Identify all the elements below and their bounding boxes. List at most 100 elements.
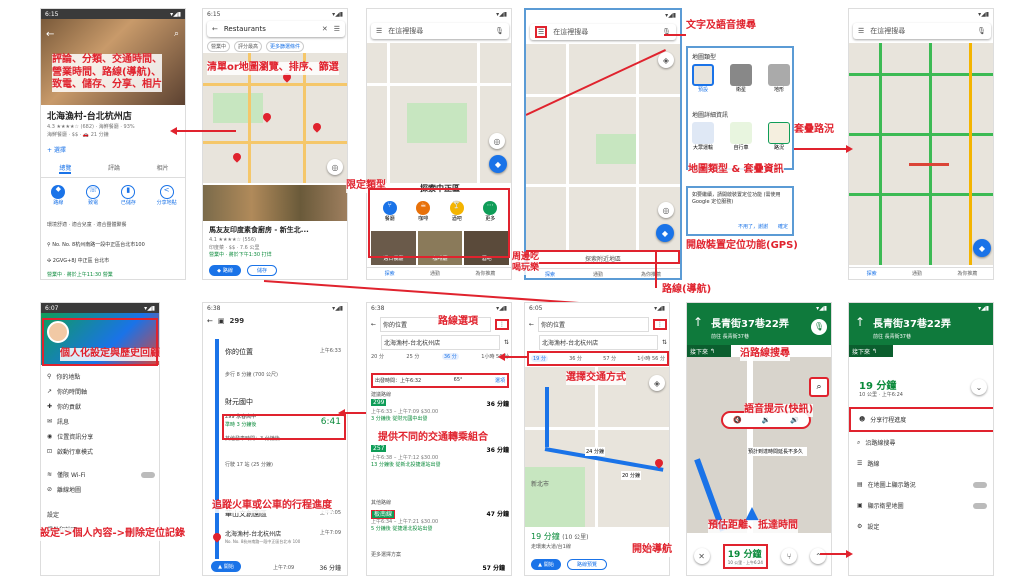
my-location-icon[interactable]: ◎ (489, 133, 505, 149)
share-button[interactable]: < 分享地點 (157, 185, 177, 206)
detail-transit[interactable]: 大眾運輸 (692, 122, 714, 151)
tab-overview[interactable]: 總覽 (59, 163, 72, 174)
microphone-icon[interactable]: 🎙 (811, 319, 827, 335)
route-card[interactable]: 257 36 分鐘 上午6:38 – 上午7:12 $30.00 13 分鐘後 從… (371, 445, 509, 468)
detail-traffic[interactable]: 路況 (768, 122, 790, 151)
menu-satellite[interactable]: ▣ 顯示衛星地圖 (849, 495, 993, 516)
map-type-default[interactable]: 預設 (692, 64, 714, 93)
search-bar[interactable]: ← Restaurants ✕ ☰ (207, 21, 345, 37)
detail-bike[interactable]: 自行車 (730, 122, 752, 151)
tab-for-you[interactable]: 為你推薦 (641, 271, 661, 278)
menu-show-traffic[interactable]: ▤ 在地圖上顯示路況 (849, 474, 993, 495)
alt-route-label[interactable]: 24 分鐘 (585, 447, 605, 456)
menu-share-progress[interactable]: ☻ 分享行程進度 (849, 407, 993, 432)
menu-your-places[interactable]: ⚲ 你的地點 (41, 369, 159, 384)
hours-row[interactable]: 營業中 · 將於上午11:30 營業 (47, 271, 113, 278)
map-type-terrain[interactable]: 地形 (768, 64, 790, 93)
tab-commute[interactable]: 通勤 (912, 270, 922, 277)
gps-ok-button[interactable]: 確定 (778, 223, 788, 230)
add-to-list-button[interactable]: + 選擇 (47, 145, 66, 154)
menu-wifi-only[interactable]: ≋ 僅限 Wi-Fi (41, 467, 159, 482)
search-bar[interactable]: ☰ 在這裡搜尋 🎙 (371, 23, 509, 39)
microphone-icon[interactable]: 🎙 (977, 27, 986, 35)
search-icon[interactable]: ⌕ (174, 29, 179, 39)
tab-explore[interactable]: 探索 (867, 270, 877, 277)
restaurant-pin-icon[interactable] (231, 151, 243, 163)
address-row[interactable]: ⚲ No. No. 8杭州南路一段中正區台北市100 (47, 241, 145, 248)
save-button[interactable]: ▮ 已儲存 (121, 185, 136, 206)
alt-route-label[interactable]: 20 分鐘 (621, 471, 641, 480)
close-icon[interactable]: ✕ (322, 25, 328, 33)
alt-routes-icon[interactable]: ⑂ (781, 548, 798, 564)
chip-top-rated[interactable]: 評分最高 (234, 41, 263, 52)
mode-motorcycle[interactable]: 25 分 (406, 353, 419, 360)
more-vert-icon[interactable]: ⋮ (495, 319, 509, 330)
satellite-toggle[interactable] (973, 502, 987, 509)
chip-more-filters[interactable]: 更多篩選條件 (266, 41, 305, 52)
place-photos-strip[interactable] (203, 185, 347, 221)
route-more-time[interactable]: 57 分鐘 (483, 563, 505, 572)
route-card[interactable]: 299 36 分鐘 上午6:33 – 上午7:09 $30.00 3 分鐘後 從財… (371, 399, 509, 422)
tab-reviews[interactable]: 評論 (108, 163, 120, 174)
menu-icon[interactable]: ☰ (535, 26, 548, 38)
collapse-down-icon[interactable]: ⌄ (971, 379, 987, 395)
menu-messages[interactable]: ✉ 訊息 (41, 414, 159, 429)
menu-driving-mode[interactable]: ⊡ 啟動行車模式 (41, 444, 159, 459)
back-arrow-icon[interactable]: ← (371, 321, 376, 328)
mode-walk[interactable]: 57 分 (603, 355, 616, 362)
mode-bike[interactable]: 1小時 56 分 (637, 355, 665, 362)
menu-location-sharing[interactable]: ◉ 位置資訊分享 (41, 429, 159, 444)
restaurant-pin-icon[interactable] (261, 111, 273, 123)
alerts-only-icon[interactable]: 🔉 (762, 416, 771, 424)
plus-code-row[interactable]: ✣ 2GVG+8J 中正區 台北市 (47, 257, 109, 264)
directions-button[interactable]: ◆ 路線 (51, 185, 66, 206)
back-arrow-icon[interactable]: ← (207, 317, 213, 325)
mode-transit[interactable]: 36 分 (441, 353, 459, 360)
close-icon[interactable]: ✕ (693, 548, 710, 564)
menu-settings[interactable]: ⚙ 設定 (849, 516, 993, 537)
tab-explore[interactable]: 探索 (385, 270, 395, 277)
route-button[interactable]: ◆ 路線 (209, 265, 241, 276)
wifi-toggle[interactable] (141, 471, 155, 478)
start-button[interactable]: ▲ 開始 (211, 561, 241, 572)
tab-photos[interactable]: 相片 (157, 163, 169, 174)
gps-no-button[interactable]: 不用了，謝謝 (738, 223, 768, 230)
options-link[interactable]: 選項 (495, 377, 505, 384)
search-bar[interactable]: ☰ 在這裡搜尋 🎙 (853, 23, 991, 39)
tab-explore[interactable]: 探索 (545, 271, 555, 278)
directions-fab-icon[interactable]: ◆ (489, 155, 507, 173)
mode-drive[interactable]: 20 分 (371, 353, 384, 360)
menu-offline-maps[interactable]: ⊘ 離線地圖 (41, 482, 159, 497)
menu-contributions[interactable]: ✚ 你的貢獻 (41, 399, 159, 414)
list-icon[interactable]: ☰ (334, 25, 340, 33)
mode-drive[interactable]: 19 分 (531, 355, 548, 362)
to-input[interactable]: 北海漁村-台北杭州店 (381, 335, 500, 350)
back-arrow-icon[interactable]: ← (46, 29, 54, 40)
directions-fab-icon[interactable]: ◆ (973, 239, 991, 257)
menu-timeline[interactable]: ↗ 你的時間軸 (41, 384, 159, 399)
steps-button[interactable]: 路線預覽 (567, 559, 607, 570)
layers-icon[interactable]: ◈ (649, 375, 665, 391)
tab-for-you[interactable]: 為你推薦 (957, 270, 977, 277)
expand-up-icon[interactable]: ⌃ (810, 548, 827, 564)
tab-for-you[interactable]: 為你推薦 (475, 270, 495, 277)
map-area[interactable]: 20 分鐘 24 分鐘 新北市 ◈ (525, 367, 669, 527)
map-area[interactable]: ◆ (849, 43, 993, 265)
tab-commute[interactable]: 通勤 (593, 271, 603, 278)
search-bar[interactable]: ☰ 在這裡搜尋 🎙 (530, 24, 676, 40)
my-location-icon[interactable]: ◎ (327, 159, 343, 175)
mode-transit[interactable]: 36 分 (569, 355, 582, 362)
start-button[interactable]: ▲ 開始 (531, 559, 561, 570)
menu-route[interactable]: ☰ 路線 (849, 453, 993, 474)
menu-icon[interactable]: ☰ (858, 27, 864, 35)
map-type-satellite[interactable]: 衛星 (730, 64, 752, 93)
traffic-toggle[interactable] (973, 481, 987, 488)
result-title[interactable]: 馬友友印度素食廚房 - 新生北... (209, 225, 309, 235)
swap-icon[interactable]: ⇅ (662, 339, 667, 346)
map-area[interactable]: ◎ ◆ (367, 43, 511, 183)
call-button[interactable]: ☏ 致電 (86, 185, 101, 206)
menu-search-along[interactable]: ⌕ 沿路線搜尋 (849, 432, 993, 453)
tab-commute[interactable]: 通勤 (430, 270, 440, 277)
menu-settings[interactable]: 設定 (41, 507, 159, 522)
from-input[interactable]: 你的位置 (538, 317, 649, 332)
